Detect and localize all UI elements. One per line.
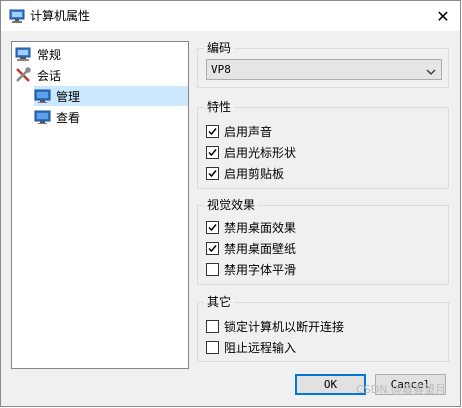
watermark: CSDN @暮春望月: [356, 383, 446, 396]
tree-item-general[interactable]: 常规: [15, 44, 185, 64]
group-title: 特性: [204, 99, 235, 115]
computer-icon: [9, 8, 25, 24]
checkbox-checked-icon: [206, 166, 219, 180]
checkbox-label: 锁定计算机以断开连接: [224, 319, 345, 334]
checkbox-checked-icon: [206, 124, 219, 138]
computer-icon: [15, 46, 33, 62]
checkbox-label: 禁用桌面壁纸: [224, 241, 297, 256]
category-tree[interactable]: 常规 会话 管理 查看: [11, 41, 189, 369]
checkbox-checked-icon: [206, 241, 219, 255]
tree-item-manage[interactable]: 管理: [34, 86, 188, 106]
disable-wallpaper-checkbox[interactable]: 禁用桌面壁纸: [206, 239, 296, 257]
disable-font-smoothing-checkbox[interactable]: 禁用字体平滑: [206, 260, 296, 278]
tree-item-session[interactable]: 会话: [15, 65, 185, 85]
dialog-body: 常规 会话 管理 查看 编码 VP8 特性 启用声音 启用光标形状 启用剪贴板 …: [1, 31, 460, 406]
block-remote-input-checkbox[interactable]: 阻止远程输入: [206, 338, 296, 356]
checkbox-label: 启用声音: [224, 124, 273, 139]
checkbox-unchecked-icon: [206, 319, 219, 333]
tree-item-label: 管理: [56, 89, 81, 104]
monitor-icon: [34, 88, 52, 104]
monitor-icon: [34, 109, 52, 125]
enable-clipboard-checkbox[interactable]: 启用剪贴板: [206, 164, 284, 182]
tree-item-label: 会话: [37, 68, 62, 83]
encoding-group: 编码 VP8: [197, 40, 449, 88]
window-title: 计算机属性: [30, 9, 91, 23]
group-title: 视觉效果: [204, 197, 259, 213]
title-bar: 计算机属性 ✕: [1, 1, 460, 31]
group-title: 编码: [204, 40, 235, 56]
features-group: 特性 启用声音 启用光标形状 启用剪贴板: [197, 99, 449, 189]
close-button[interactable]: ✕: [426, 1, 460, 31]
properties-dialog: 计算机属性 ✕ 常规 会话 管理 查看 编码 VP8 特性 启用声音 启用光标形…: [0, 0, 461, 407]
enable-cursor-shape-checkbox[interactable]: 启用光标形状: [206, 143, 296, 161]
lock-on-disconnect-checkbox[interactable]: 锁定计算机以断开连接: [206, 317, 344, 335]
tree-item-view[interactable]: 查看: [34, 107, 188, 127]
tools-icon: [15, 67, 33, 83]
checkbox-label: 阻止远程输入: [224, 340, 297, 355]
checkbox-label: 启用剪贴板: [224, 166, 285, 181]
select-value: VP8: [211, 63, 231, 76]
disable-desktop-effects-checkbox[interactable]: 禁用桌面效果: [206, 218, 296, 236]
checkbox-unchecked-icon: [206, 340, 219, 354]
encoding-select[interactable]: VP8: [206, 59, 442, 80]
checkbox-label: 启用光标形状: [224, 145, 297, 160]
checkbox-checked-icon: [206, 220, 219, 234]
visual-effects-group: 视觉效果 禁用桌面效果 禁用桌面壁纸 禁用字体平滑: [197, 197, 449, 285]
group-title: 其它: [204, 294, 235, 310]
checkbox-unchecked-icon: [206, 262, 219, 276]
enable-sound-checkbox[interactable]: 启用声音: [206, 122, 272, 140]
checkbox-label: 禁用字体平滑: [224, 262, 297, 277]
close-icon: ✕: [436, 6, 450, 26]
chevron-down-icon: [426, 64, 436, 75]
other-group: 其它 锁定计算机以断开连接 阻止远程输入: [197, 294, 449, 362]
tree-item-label: 查看: [56, 110, 81, 125]
checkbox-checked-icon: [206, 145, 219, 159]
tree-item-label: 常规: [37, 47, 62, 62]
checkbox-label: 禁用桌面效果: [224, 220, 297, 235]
